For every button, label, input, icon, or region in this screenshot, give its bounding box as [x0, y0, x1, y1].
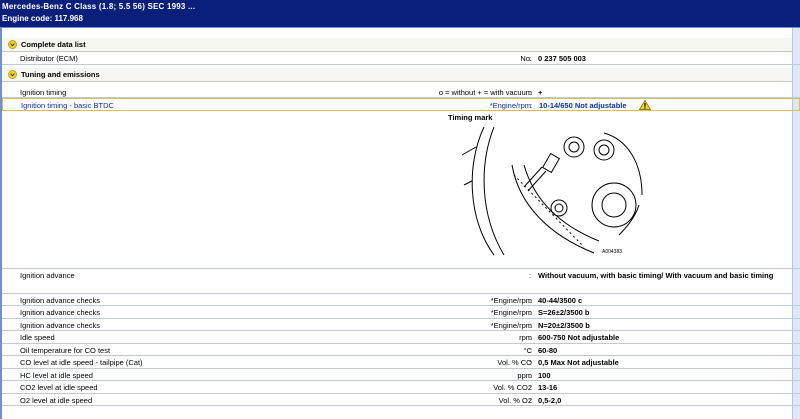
table-row: Ignition advance checks *Engine/rpm: N=20±…	[2, 319, 800, 331]
warning-icon[interactable]	[639, 100, 651, 110]
table-row: Idle speed rpm:600-750 Not adjustable	[2, 331, 800, 344]
section-complete-data-list[interactable]: Complete data list	[2, 38, 800, 52]
figure-code: A004383	[602, 249, 622, 255]
section-tuning-emissions[interactable]: Tuning and emissions	[2, 67, 800, 82]
table-row: HC level at idle speed ppm:100	[2, 369, 800, 381]
title-bar: Mercedes-Benz C Class (1.8; 5.5 56) SEC …	[0, 0, 800, 27]
section-title: Tuning and emissions	[21, 69, 100, 79]
timing-mark-caption: Timing mark	[448, 112, 493, 122]
engine-code: Engine code: 117.968	[2, 14, 83, 23]
vehicle-title: Mercedes-Benz C Class (1.8; 5.5 56) SEC …	[2, 2, 196, 11]
row-distributor: Distributor (ECM) No. : 0 237 505 003	[2, 52, 800, 65]
chevron-down-icon[interactable]	[8, 69, 17, 79]
row-ignition-advance: Ignition advance : Without vacuum, with …	[20, 270, 774, 280]
table-row: CO2 level at idle speed Vol. % CO2:13-16	[2, 381, 800, 394]
chevron-down-icon[interactable]	[8, 40, 17, 49]
row-ignition-timing: Ignition timing o = without + = with vac…	[2, 86, 800, 98]
section-title: Complete data list	[21, 40, 86, 49]
table-row: Ignition advance checks *Engine/rpm: S=26±…	[2, 306, 800, 319]
table-row: O2 level at idle speed Vol. % O2:0,5-2,0	[2, 394, 800, 406]
table-row: Ignition advance checks *Engine/rpm:40-44…	[2, 294, 800, 306]
table-row: Oil temperature for CO test °C:60-80	[2, 344, 800, 356]
basic-timing-link[interactable]: Ignition timing - basic BTDC	[21, 101, 114, 110]
timing-mark-illustration: Timing mark A004383	[2, 111, 800, 269]
data-panel: Complete data list Distributor (ECM) No.…	[0, 27, 800, 419]
timing-mark-drawing: A004383	[461, 126, 643, 255]
table-row: CO level at idle speed - tailpipe (Cat) V…	[2, 356, 800, 369]
row-ignition-timing-basic[interactable]: Ignition timing - basic BTDC *Engine/rpm…	[2, 98, 800, 111]
